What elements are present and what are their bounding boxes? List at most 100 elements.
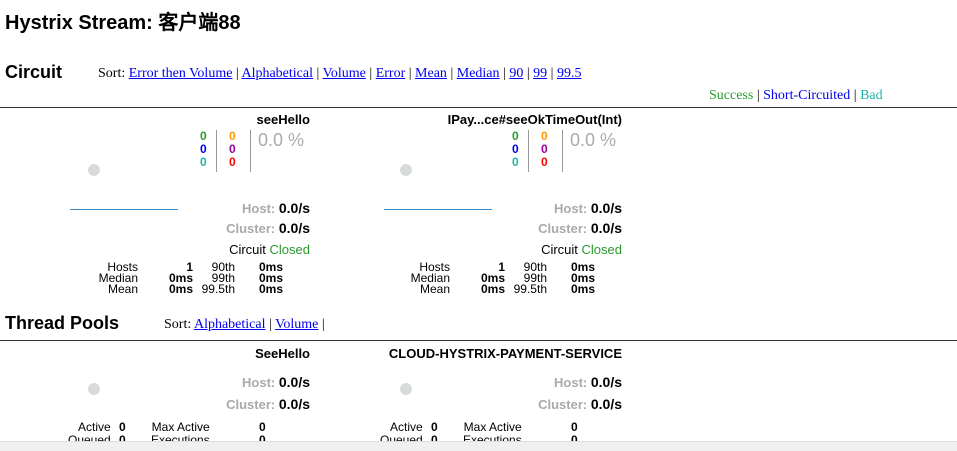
error-rate: 0.0 %: [258, 130, 305, 150]
latency-table: Hosts 1 90th 0ms Median 0ms 99th 0ms Mea…: [98, 261, 283, 296]
pool-name: CLOUD-HYSTRIX-PAYMENT-SERVICE: [388, 346, 622, 361]
separator: |: [526, 66, 530, 81]
separator: |: [269, 317, 272, 332]
host-rate: Host: 0.0/s: [554, 200, 622, 216]
host-value: 0.0/s: [590, 374, 622, 390]
health-circle: [88, 383, 100, 395]
error-rate: 0.0 %: [570, 130, 617, 150]
cluster-value: 0.0/s: [590, 220, 622, 236]
circuit-status-value: Closed: [269, 242, 310, 257]
host-value: 0.0/s: [590, 200, 622, 216]
count-divider: [250, 130, 251, 172]
legend-short-circuited: Short-Circuited: [763, 88, 851, 103]
cluster-label: Cluster:: [538, 397, 588, 412]
cluster-label: Cluster:: [226, 397, 276, 412]
metric-label: Mean: [107, 282, 138, 296]
circuit-status-value: Closed: [581, 242, 622, 257]
circuit-card-seeoktimeout[interactable]: IPay...ce#seeOkTimeOut(Int) 0 0 0 0 0 0 …: [312, 112, 622, 322]
sparkline: [384, 209, 492, 210]
circuit-card-seehello[interactable]: seeHello 0 0 0 0 0 0 0.0 % Host: 0.0/s C…: [0, 112, 310, 322]
circuit-label: Circuit: [541, 242, 578, 257]
host-label: Host:: [242, 201, 276, 216]
count-divider: [528, 130, 529, 172]
bad-request-count: 0: [200, 155, 207, 169]
host-label: Host:: [554, 375, 588, 390]
health-circle: [400, 383, 412, 395]
circuit-name: IPay...ce#seeOkTimeOut(Int): [447, 112, 622, 127]
metric-value: 0ms: [480, 282, 505, 296]
separator: |: [369, 66, 373, 81]
circuit-status: Circuit Closed: [229, 242, 310, 257]
separator: |: [321, 317, 325, 332]
percentile-value: 0ms: [570, 282, 595, 296]
pool-sort-alphabetical-link[interactable]: Alphabetical: [194, 317, 266, 332]
metric-value: 0ms: [168, 282, 193, 296]
legend-bad: Bad: [860, 88, 883, 103]
circuit-legend: Success | Short-Circuited | Bad: [709, 88, 883, 104]
host-value: 0.0/s: [278, 374, 310, 390]
cluster-rate: Cluster: 0.0/s: [226, 220, 310, 236]
cluster-label: Cluster:: [538, 221, 588, 236]
separator: |: [235, 66, 239, 81]
failure-count: 0: [541, 155, 548, 169]
stat-value: 0: [259, 420, 266, 434]
percentile-label: 99.5th: [201, 282, 235, 296]
circuit-divider: [0, 107, 957, 108]
host-rate: Host: 0.0/s: [242, 200, 310, 216]
metric-label: Mean: [419, 282, 450, 296]
sort-alphabetical-link[interactable]: Alphabetical: [241, 66, 313, 81]
circuit-sort-bar: Sort: Error then Volume | Alphabetical |…: [98, 66, 581, 82]
cluster-label: Cluster:: [226, 221, 276, 236]
separator: |: [503, 66, 506, 81]
sort-mean-link[interactable]: Mean: [415, 66, 447, 81]
pool-card-seehello[interactable]: SeeHello Host: 0.0/s Cluster: 0.0/s Acti…: [0, 346, 310, 447]
counts-col1: 0 0 0: [512, 130, 519, 169]
cluster-rate: Cluster: 0.0/s: [538, 396, 622, 412]
separator: |: [550, 66, 554, 81]
host-label: Host:: [242, 375, 276, 390]
circuit-label: Circuit: [229, 242, 266, 257]
separator: |: [756, 88, 760, 103]
percentile-value: 0ms: [258, 282, 283, 296]
sort-median-link[interactable]: Median: [457, 66, 500, 81]
health-circle: [400, 164, 412, 176]
count-divider: [216, 130, 217, 172]
host-value: 0.0/s: [278, 200, 310, 216]
page-title: Hystrix Stream: 客户端88: [5, 12, 241, 34]
count-divider: [562, 130, 563, 172]
separator: |: [853, 88, 857, 103]
host-rate: Host: 0.0/s: [242, 374, 310, 390]
circuit-sort-label: Sort:: [98, 66, 126, 81]
sort-90-link[interactable]: 90: [509, 66, 523, 81]
host-label: Host:: [554, 201, 588, 216]
thread-pools-sort-bar: Sort: Alphabetical | Volume |: [164, 317, 325, 333]
percentile-label: 99.5th: [513, 282, 547, 296]
counts-col2: 0 0 0: [229, 130, 236, 169]
pool-card-payment-service[interactable]: CLOUD-HYSTRIX-PAYMENT-SERVICE Host: 0.0/…: [312, 346, 622, 447]
thread-pools-sort-label: Sort:: [164, 317, 192, 332]
sort-99-link[interactable]: 99: [533, 66, 547, 81]
sparkline: [70, 209, 178, 210]
cluster-rate: Cluster: 0.0/s: [538, 220, 622, 236]
thread-pools-heading: Thread Pools: [5, 313, 120, 333]
pool-sort-volume-link[interactable]: Volume: [275, 317, 318, 332]
sort-error-link[interactable]: Error: [376, 66, 406, 81]
counts-col1: 0 0 0: [200, 130, 207, 169]
pool-name: SeeHello: [255, 346, 310, 361]
thread-pools-divider: [0, 340, 957, 341]
separator: |: [450, 66, 454, 81]
counts-col2: 0 0 0: [541, 130, 548, 169]
sort-99-5-link[interactable]: 99.5: [557, 66, 582, 81]
separator: |: [408, 66, 412, 81]
host-rate: Host: 0.0/s: [554, 374, 622, 390]
cluster-rate: Cluster: 0.0/s: [226, 396, 310, 412]
circuit-heading: Circuit: [5, 62, 63, 82]
legend-success: Success: [709, 88, 754, 103]
sort-error-then-volume-link[interactable]: Error then Volume: [129, 66, 233, 81]
table-row: Mean 0ms 99.5th 0ms: [410, 282, 595, 296]
separator: |: [316, 66, 320, 81]
sort-volume-link[interactable]: Volume: [323, 66, 366, 81]
circuit-status: Circuit Closed: [541, 242, 622, 257]
table-row: Mean 0ms 99.5th 0ms: [98, 282, 283, 296]
cluster-value: 0.0/s: [590, 396, 622, 412]
